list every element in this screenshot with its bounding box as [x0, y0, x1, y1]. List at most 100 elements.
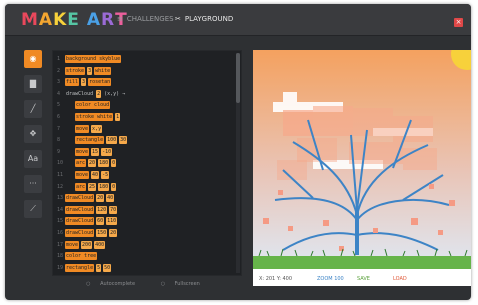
code-token[interactable]: 400 [94, 240, 106, 249]
code-token[interactable]: stroke white [75, 113, 114, 121]
code-line[interactable]: 12 arc 25 180 0 [57, 182, 118, 191]
wand-tool-button[interactable]: ⟋ [24, 200, 42, 218]
code-line[interactable]: 11 move 40 -5 [57, 171, 111, 179]
eye-icon: ◉ [29, 54, 37, 63]
code-token[interactable]: 180 [98, 159, 110, 168]
code-token[interactable]: 40 [106, 194, 115, 203]
code-line[interactable]: 18 color tree [57, 252, 99, 261]
code-token[interactable]: background skyblue [65, 55, 122, 63]
code-token[interactable]: -10 [101, 147, 113, 156]
code-token[interactable]: fill [65, 78, 80, 87]
code-line[interactable]: 7 move x,y [57, 124, 104, 133]
move-tool-button[interactable]: ✥ [24, 125, 42, 143]
nav-playground[interactable]: ✂ PLAYGROUND [175, 15, 233, 23]
code-token[interactable]: white [94, 66, 112, 75]
code-token[interactable]: 5 [96, 263, 102, 272]
paint-roller-tool-button[interactable]: ▇ [24, 75, 42, 93]
code-line[interactable]: 13 drawCloud 20 40 [57, 194, 116, 203]
code-token[interactable]: color tree [65, 252, 98, 261]
code-token[interactable]: 3 [81, 78, 87, 87]
code-token[interactable]: 2 [96, 89, 102, 98]
code-line[interactable]: 5 color cloud [57, 101, 112, 110]
scrollbar-thumb[interactable] [236, 53, 240, 103]
code-editor[interactable]: 1 background skyblue 2 stroke 3 white 3 fill 3 ro… [52, 50, 242, 276]
code-token[interactable]: 25 [88, 182, 97, 191]
line-number: 9 [57, 148, 61, 155]
wand-icon: ⟋ [30, 204, 36, 213]
code-token[interactable]: 20 [96, 194, 105, 203]
code-token[interactable]: 150 [96, 229, 108, 237]
code-token[interactable]: 3 [87, 66, 93, 75]
code-token[interactable]: drawCloud [65, 217, 95, 226]
code-token[interactable]: 50 [103, 263, 112, 272]
code-line[interactable]: 9 move 15 -10 [57, 147, 114, 156]
code-token[interactable]: drawCloud [65, 205, 95, 214]
code-token[interactable]: 0 [111, 159, 117, 168]
code-token[interactable]: 180 [98, 182, 110, 191]
code-line[interactable]: 16 drawCloud 150 20 [57, 229, 119, 237]
code-token[interactable]: 0 [111, 182, 117, 191]
code-token[interactable]: 200 [81, 240, 93, 249]
code-line[interactable]: 14 drawCloud 120 70 [57, 205, 119, 214]
eye-tool-button[interactable]: ◉ [24, 50, 42, 68]
pencil-tool-button[interactable]: ╱ [24, 100, 42, 118]
code-token[interactable]: move [75, 124, 90, 133]
code-token[interactable]: move [75, 147, 90, 156]
code-token[interactable]: color cloud [75, 101, 111, 110]
code-line[interactable]: 17 move 200 400 [57, 240, 107, 249]
code-token[interactable]: arc [75, 159, 87, 168]
code-line[interactable]: 3 fill 3 rosetan [57, 78, 113, 87]
more-tool-button[interactable]: ··· [24, 175, 42, 193]
code-token[interactable]: (x,y) → [103, 90, 126, 98]
code-token[interactable]: 40 [91, 171, 100, 179]
code-token[interactable]: drawCloud [65, 229, 95, 237]
logo-letter [80, 10, 87, 30]
text-icon: Aa [27, 154, 39, 163]
editor-scrollbar[interactable] [236, 53, 240, 273]
code-token[interactable]: 1 [115, 113, 121, 121]
code-token[interactable]: 100 [106, 136, 118, 145]
code-token[interactable]: arc [75, 182, 87, 191]
fullscreen-toggle[interactable]: ○ Fullscreen [161, 281, 208, 287]
code-token[interactable]: rosetan [88, 78, 112, 87]
code-token[interactable]: rectangle [65, 263, 95, 272]
code-token[interactable]: 70 [109, 205, 118, 214]
code-line[interactable]: 10 arc 20 180 0 [57, 159, 118, 168]
code-token[interactable]: 20 [109, 229, 118, 237]
code-token[interactable]: drawCloud [65, 90, 94, 98]
code-token[interactable]: move [65, 240, 80, 249]
code-line[interactable]: 2 stroke 3 white [57, 66, 113, 75]
text-tool-button[interactable]: Aa [24, 150, 42, 168]
code-token[interactable]: 60 [96, 217, 105, 226]
code-token[interactable]: move [75, 171, 90, 179]
save-button[interactable]: SAVE [357, 272, 370, 286]
nav-challenges[interactable]: ≡ CHALLENGES [117, 15, 174, 23]
code-line[interactable]: 4 drawCloud 2 (x,y) → [57, 89, 128, 98]
line-number: 8 [57, 137, 61, 144]
close-button[interactable]: × [454, 18, 463, 27]
code-line[interactable]: 19 rectangle 5 50 [57, 263, 113, 272]
code-token[interactable]: 120 [96, 205, 108, 214]
code-token[interactable]: 15 [91, 147, 100, 156]
code-line[interactable]: 1 background skyblue [57, 55, 123, 63]
code-token[interactable]: drawCloud [65, 194, 95, 203]
code-token[interactable]: rectangle [75, 136, 105, 145]
code-line[interactable]: 8 rectangle 100 30 [57, 136, 129, 145]
load-button[interactable]: LOAD [393, 272, 407, 286]
code-token[interactable]: 110 [106, 217, 118, 226]
zoom-button[interactable]: ZOOM 100 [317, 272, 344, 286]
art-canvas[interactable] [253, 50, 471, 269]
pencil-icon: ╱ [30, 104, 36, 113]
line-number: 6 [57, 114, 61, 120]
code-token[interactable]: 20 [88, 159, 97, 168]
code-line[interactable]: 15 drawCloud 60 110 [57, 217, 119, 226]
code-token[interactable]: 30 [119, 136, 128, 145]
autocomplete-toggle[interactable]: ○ Autocomplete [86, 281, 143, 287]
code-token[interactable]: -5 [101, 171, 110, 179]
scissors-icon: ✂ [175, 15, 181, 23]
make-art-logo[interactable]: MAKE ART [21, 10, 128, 30]
code-line[interactable]: 6 stroke white 1 [57, 113, 122, 121]
code-token[interactable]: stroke [65, 66, 86, 75]
line-number: 17 [57, 241, 64, 248]
code-token[interactable]: x,y [91, 124, 103, 133]
